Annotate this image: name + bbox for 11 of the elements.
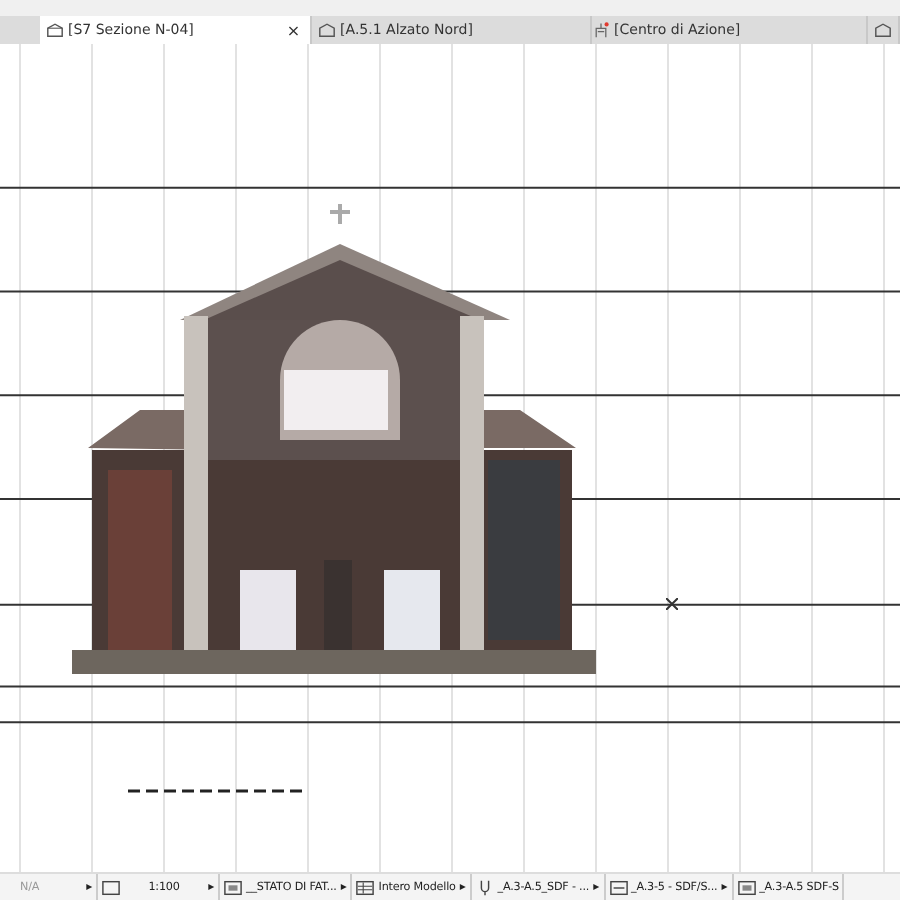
marker-icon [592,22,611,38]
close-button[interactable]: × [286,21,301,39]
layout-icon [224,879,242,895]
house-icon [46,22,64,38]
house-icon [874,22,892,38]
pen-icon [475,879,494,895]
layout-icon [102,879,120,895]
house-icon [318,22,337,38]
layout-icon [356,879,375,895]
layout-icon [609,879,628,895]
layout-icon [737,879,756,895]
